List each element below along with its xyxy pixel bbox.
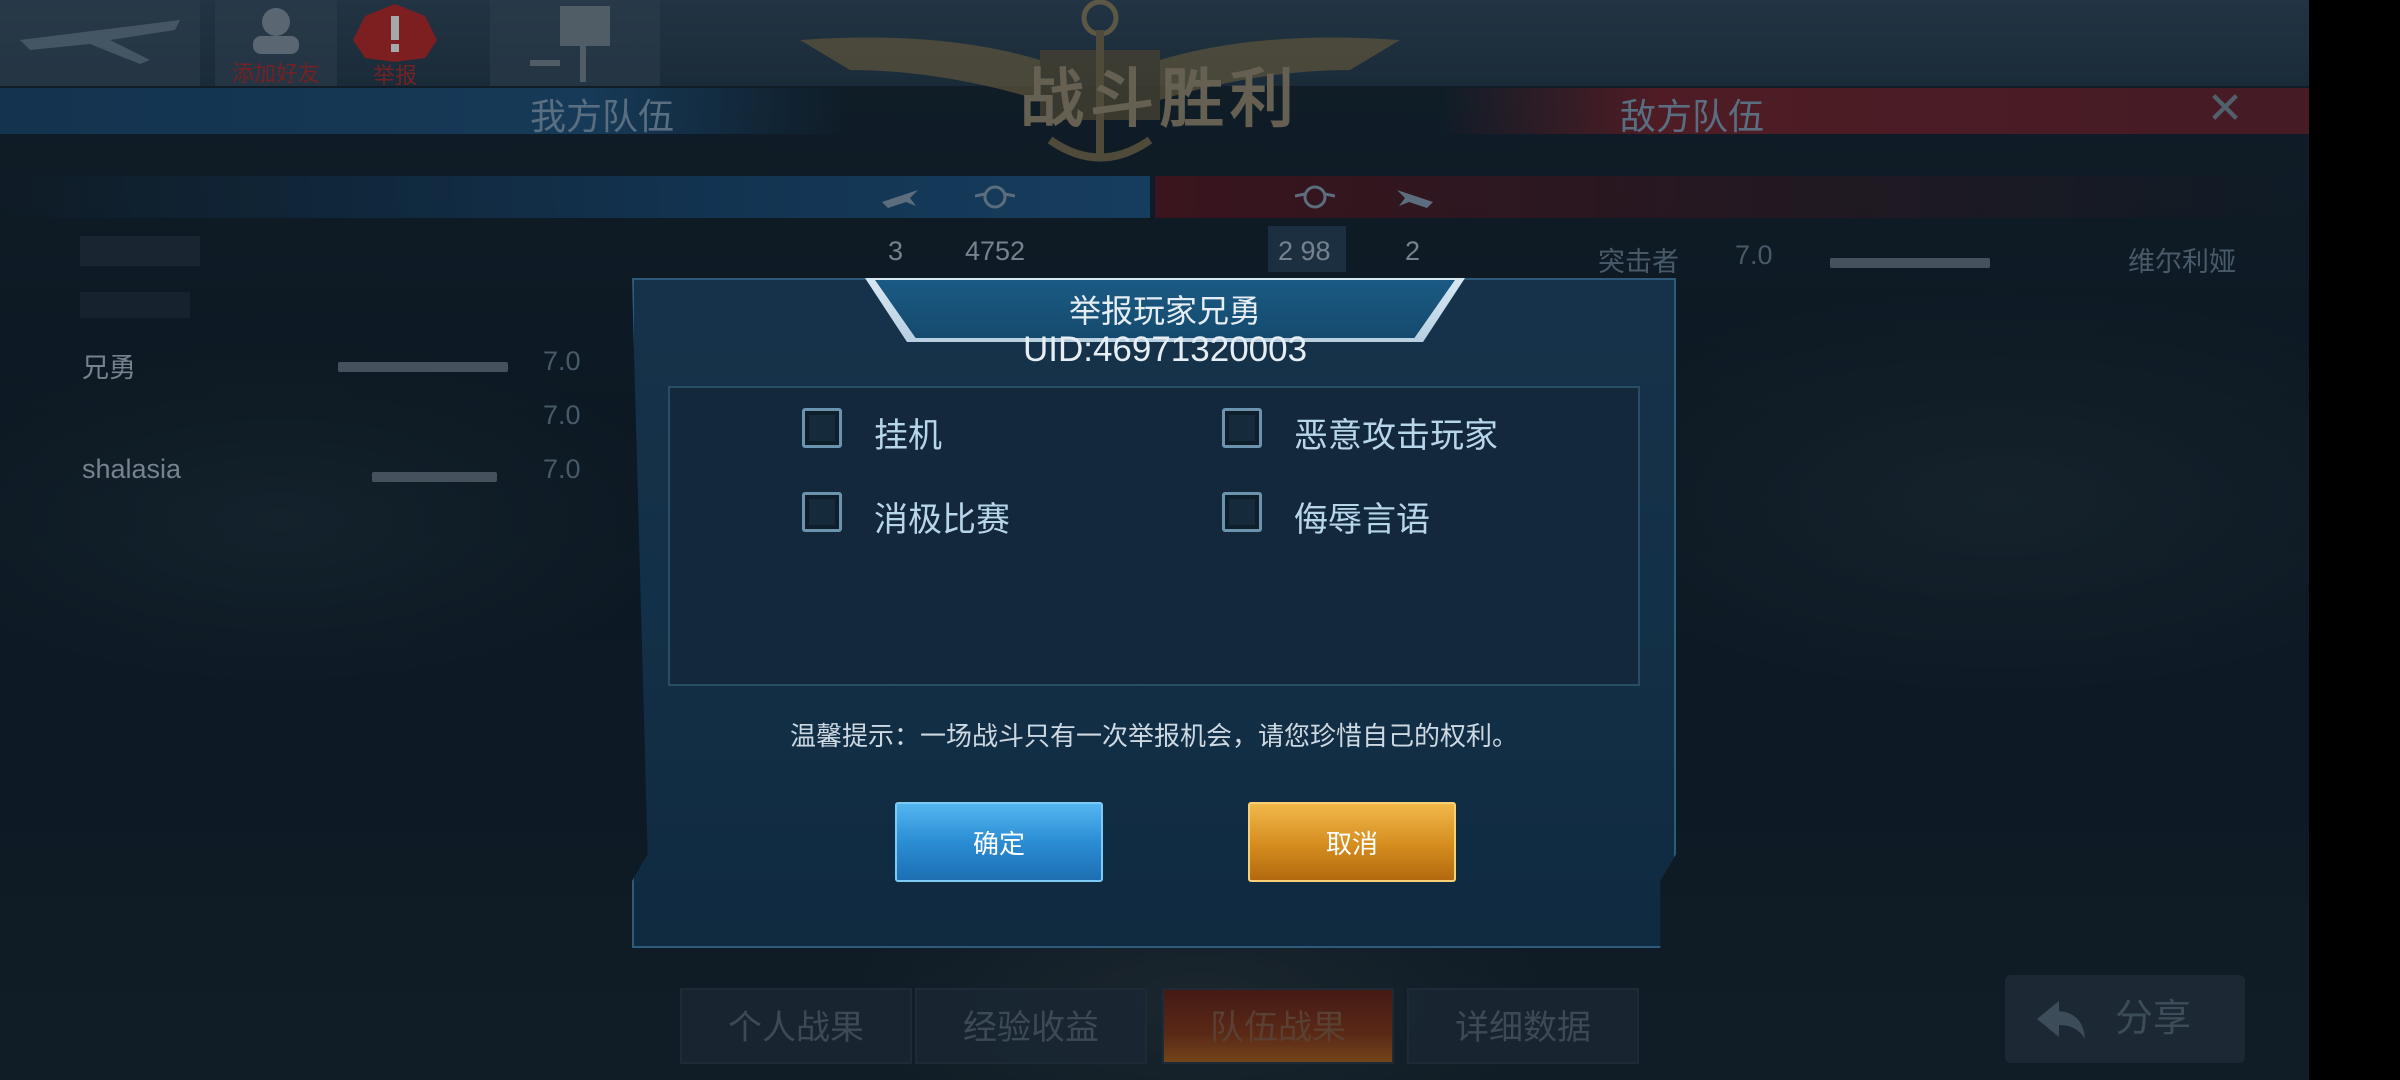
option-label-afk[interactable]: 挂机 bbox=[874, 408, 942, 457]
checkbox-malicious-attack[interactable] bbox=[1222, 408, 1262, 448]
option-label-malicious-attack[interactable]: 恶意攻击玩家 bbox=[1294, 408, 1498, 457]
checkbox-passive-play[interactable] bbox=[802, 492, 842, 532]
cancel-button[interactable]: 取消 bbox=[1248, 802, 1456, 882]
report-tip: 温馨提示：一场战斗只有一次举报机会，请您珍惜自己的权利。 bbox=[789, 721, 1518, 751]
game-screen: 添加好友 举报 我方队伍 敌方队伍 战斗胜利 ✕ 3 4752 2 98 2 兄… bbox=[0, 0, 2309, 1080]
option-label-passive-play[interactable]: 消极比赛 bbox=[874, 492, 1010, 541]
checkbox-insulting-language[interactable] bbox=[1222, 492, 1262, 532]
dialog-title: 举报玩家兄勇 bbox=[1068, 293, 1261, 329]
player-uid: UID:46971320003 bbox=[1022, 330, 1308, 369]
screen-edge bbox=[2309, 0, 2400, 1080]
checkbox-afk[interactable] bbox=[802, 408, 842, 448]
confirm-button[interactable]: 确定 bbox=[895, 802, 1103, 882]
option-label-insulting-language[interactable]: 侮辱言语 bbox=[1294, 492, 1430, 541]
